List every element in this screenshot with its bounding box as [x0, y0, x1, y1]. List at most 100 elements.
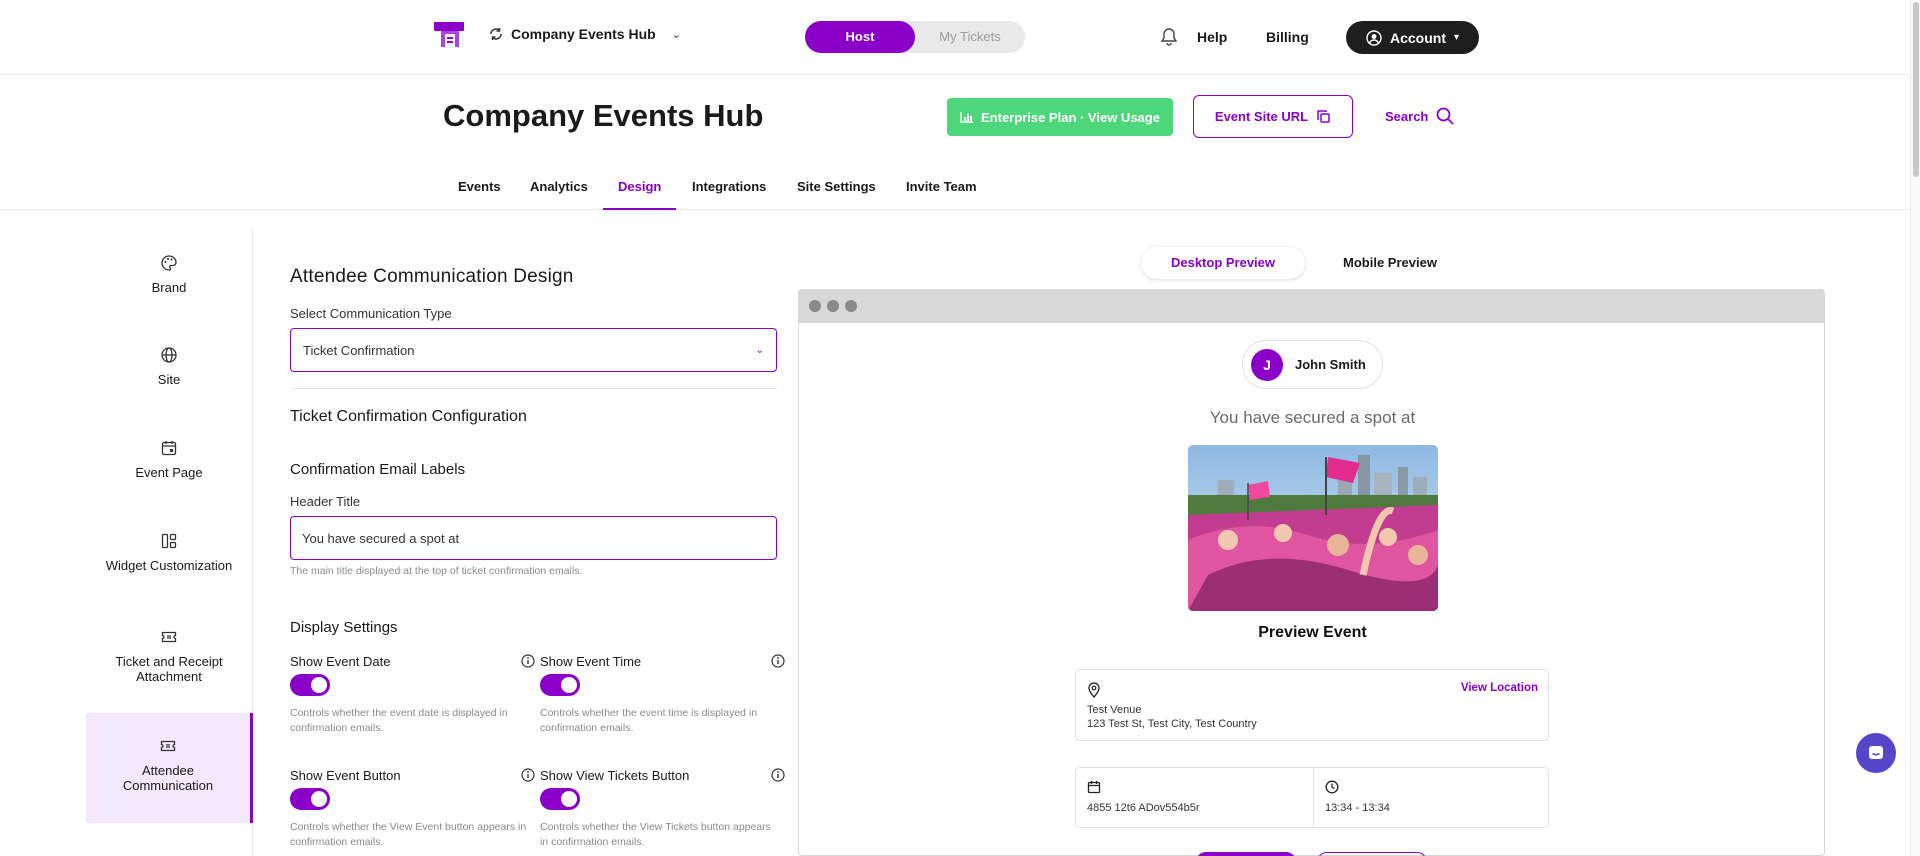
- sync-icon: [490, 28, 502, 40]
- tab-events[interactable]: Events: [458, 179, 501, 210]
- setting-description: Controls whether the View Tickets button…: [540, 821, 771, 848]
- info-icon[interactable]: [521, 654, 535, 668]
- help-link[interactable]: Help: [1197, 29, 1227, 45]
- sidebar-item-attendee-communication[interactable]: Attendee Communication: [86, 713, 253, 823]
- my-tickets-tab[interactable]: My Tickets: [915, 21, 1025, 53]
- sidebar-item-label: Event Page: [135, 465, 203, 480]
- page-scrollbar[interactable]: [1910, 0, 1920, 856]
- date-section: 4855 12t6 ADov554b5r: [1076, 768, 1312, 829]
- sidebar-item-label: Brand: [151, 280, 187, 295]
- tab-design[interactable]: Design: [603, 179, 677, 210]
- tab-integrations[interactable]: Integrations: [692, 179, 766, 210]
- chevron-down-icon: ⌄: [755, 344, 764, 356]
- date-time-card: 4855 12t6 ADov554b5r 13:34 - 13:34: [1075, 767, 1549, 829]
- window-dot: [827, 300, 839, 312]
- sidebar-item-site[interactable]: Site: [86, 346, 252, 387]
- sidebar-item-label: Site: [157, 372, 181, 387]
- toggle-switch[interactable]: [290, 788, 330, 810]
- account-menu[interactable]: Account ▾: [1346, 21, 1479, 54]
- desktop-preview-tab[interactable]: Desktop Preview: [1141, 247, 1305, 279]
- scrollbar-thumb[interactable]: [1913, 2, 1919, 177]
- info-icon[interactable]: [771, 654, 785, 668]
- user-circle-icon: [1366, 29, 1382, 46]
- sidebar-item-ticket-receipt-attachment[interactable]: Ticket and Receipt Attachment: [86, 628, 252, 684]
- design-sidebar: Brand Site Event Page Widget Customizati…: [86, 228, 253, 856]
- search-button[interactable]: Search: [1385, 107, 1455, 125]
- copy-icon: [1317, 110, 1330, 123]
- mode-toggle: Host My Tickets: [805, 21, 1025, 53]
- setting-description: Controls whether the View Event button a…: [290, 821, 527, 848]
- email-header-title: You have secured a spot at: [1209, 408, 1416, 427]
- tab-invite-team[interactable]: Invite Team: [906, 179, 977, 210]
- labels-heading: Confirmation Email Labels: [290, 461, 466, 478]
- header-title-input[interactable]: You have secured a spot at: [290, 516, 777, 560]
- ticket-icon: [161, 631, 177, 643]
- chat-icon: [1869, 746, 1883, 759]
- communication-type-select[interactable]: Ticket Confirmation ⌄: [290, 328, 777, 372]
- setting-show-event-date: Show Event Date Controls whether the eve…: [290, 654, 535, 734]
- form-heading: Attendee Communication Design: [290, 266, 574, 287]
- enterprise-plan-button[interactable]: Enterprise Plan · View Usage: [947, 98, 1173, 136]
- venue-info: Test Venue 123 Test St, Test City, Test …: [1087, 703, 1257, 731]
- header-title-label: Header Title: [290, 494, 361, 509]
- setting-description: Controls whether the event date is displ…: [290, 707, 508, 734]
- venue-address: 123 Test St, Test City, Test Country: [1087, 718, 1257, 730]
- app-logo-icon[interactable]: [432, 20, 466, 52]
- page-title: Company Events Hub: [443, 98, 764, 133]
- user-chip: J John Smith: [1242, 340, 1383, 389]
- event-date: 4855 12t6 ADov554b5r: [1087, 802, 1200, 814]
- event-name: Preview Event: [1258, 624, 1367, 641]
- header-title-help: The main title displayed at the top of t…: [290, 565, 583, 577]
- toggle-switch[interactable]: [290, 674, 330, 696]
- event-site-url-label: Event Site URL: [1214, 109, 1309, 124]
- sidebar-item-event-page[interactable]: Event Page: [86, 439, 252, 480]
- globe-icon: [161, 347, 177, 363]
- window-dot: [845, 300, 857, 312]
- toggle-switch[interactable]: [540, 788, 580, 810]
- setting-title: Show View Tickets Button: [540, 768, 690, 783]
- setting-show-event-time: Show Event Time Controls whether the eve…: [540, 654, 785, 734]
- event-site-url-button[interactable]: Event Site URL: [1193, 95, 1353, 138]
- ticket-icon: [160, 740, 176, 752]
- type-label: Select Communication Type: [290, 306, 452, 321]
- enterprise-plan-label: Enterprise Plan · View Usage: [981, 109, 1160, 125]
- avatar: J: [1251, 348, 1283, 381]
- view-location-link[interactable]: View Location: [1461, 682, 1538, 694]
- location-card: View Location Test Venue 123 Test St, Te…: [1075, 669, 1549, 741]
- sidebar-item-label: Attendee Communication: [122, 763, 214, 793]
- layout-icon: [161, 533, 177, 549]
- sidebar-item-widget-customization[interactable]: Widget Customization: [86, 532, 252, 573]
- clock-icon: [1325, 780, 1339, 794]
- setting-description: Controls whether the event time is displ…: [540, 707, 758, 734]
- mobile-preview-tab[interactable]: Mobile Preview: [1317, 247, 1463, 279]
- palette-icon: [161, 255, 177, 271]
- sidebar-item-label: Ticket and Receipt Attachment: [115, 654, 223, 684]
- host-tab[interactable]: Host: [805, 21, 915, 53]
- search-icon: [1436, 107, 1455, 125]
- view-tickets-button[interactable]: [1317, 852, 1427, 856]
- hub-switcher[interactable]: Company Events Hub ⌄: [489, 26, 681, 42]
- chat-launcher-button[interactable]: [1856, 733, 1896, 773]
- preview-mode-tabs: Desktop Preview Mobile Preview: [1141, 247, 1461, 279]
- view-event-button[interactable]: [1196, 852, 1296, 856]
- setting-show-event-button: Show Event Button Controls whether the V…: [290, 768, 535, 848]
- time-section: 13:34 - 13:34: [1313, 768, 1549, 829]
- top-bar: Company Events Hub ⌄ Host My Tickets Hel…: [0, 0, 1910, 75]
- tab-site-settings[interactable]: Site Settings: [797, 179, 876, 210]
- billing-link[interactable]: Billing: [1266, 29, 1309, 45]
- toggle-switch[interactable]: [540, 674, 580, 696]
- bell-icon[interactable]: [1160, 27, 1178, 47]
- tab-analytics[interactable]: Analytics: [530, 179, 588, 210]
- location-pin-icon: [1088, 682, 1100, 698]
- info-icon[interactable]: [771, 768, 785, 782]
- browser-toolbar: [799, 290, 1824, 323]
- setting-title: Show Event Time: [540, 654, 642, 669]
- setting-title: Show Event Button: [290, 768, 401, 783]
- calendar-icon: [1087, 781, 1101, 794]
- event-time: 13:34 - 13:34: [1325, 802, 1390, 814]
- calendar-icon: [161, 441, 177, 456]
- info-icon[interactable]: [521, 768, 535, 782]
- setting-title: Show Event Date: [290, 654, 391, 669]
- window-dot: [809, 300, 821, 312]
- sidebar-item-brand[interactable]: Brand: [86, 254, 252, 295]
